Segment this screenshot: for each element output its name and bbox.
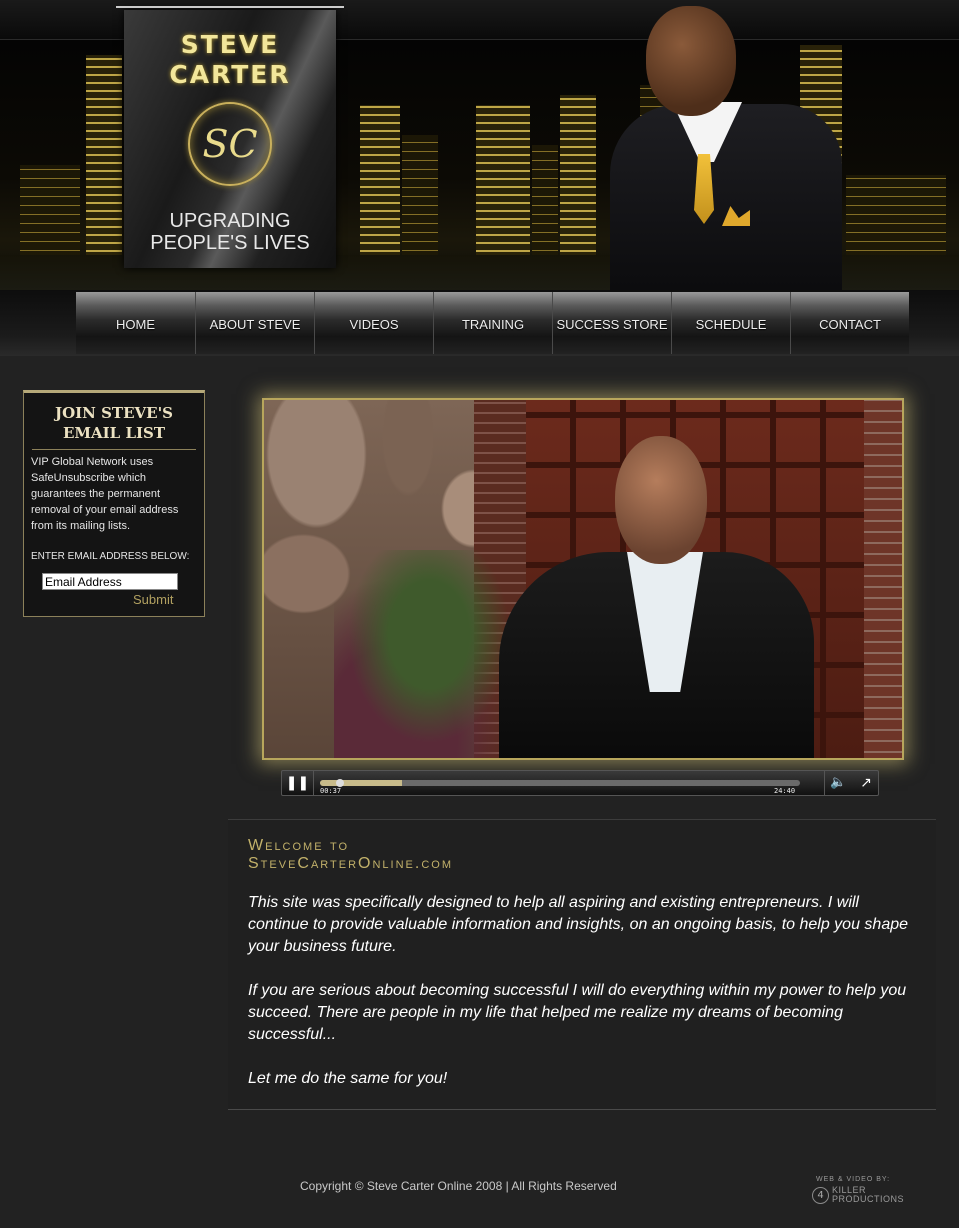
welcome-title: Welcome to SteveCarterOnline.com [248,837,453,873]
credit-name: KILLER PRODUCTIONS [832,1186,904,1204]
nav-home[interactable]: HOME [76,292,195,354]
main-navigation-bar: HOME ABOUT STEVE VIDEOS TRAINING SUCCESS… [0,290,959,356]
nav-schedule-label: SCHEDULE [695,316,767,332]
nav-success-store[interactable]: SUCCESS STORE [552,292,671,354]
nav-schedule[interactable]: SCHEDULE [671,292,790,354]
nav-videos[interactable]: VIDEOS [314,292,433,354]
nav-about-steve[interactable]: ABOUT STEVE [195,292,314,354]
pause-icon[interactable]: ❚❚ [282,771,314,795]
email-submit-button[interactable]: Submit [133,592,173,607]
monogram-logo: SC [188,102,272,186]
tagline: UPGRADING PEOPLE'S LIVES [124,210,336,254]
video-total-time: 24:40 [774,787,796,795]
video-presenter [499,436,814,758]
credit-name-line-2: PRODUCTIONS [832,1194,905,1204]
nav-success-store-label: SUCCESS STORE [556,316,668,332]
email-input-label: ENTER EMAIL ADDRESS BELOW: [31,551,190,562]
video-current-time: 00:37 [320,787,342,795]
welcome-body: This site was specifically designed to h… [248,892,923,1112]
site-title: STEVE CARTER [169,30,291,89]
nav-training[interactable]: TRAINING [433,292,552,354]
video-player-screen[interactable] [262,398,904,760]
email-signup-description: VIP Global Network uses SafeUnsubscribe … [31,456,179,532]
welcome-paragraph: Let me do the same for you! [248,1070,448,1087]
killer-productions-badge-icon: 4 [812,1186,829,1204]
copyright-text: Copyright © Steve Carter Online 2008 | A… [300,1179,617,1193]
tagline-line-2: PEOPLE'S LIVES [150,232,310,254]
email-signup-box: JOIN STEVE'S EMAIL LIST VIP Global Netwo… [23,390,205,617]
nav-home-label: HOME [116,316,155,332]
logo-panel[interactable]: STEVE CARTER SC UPGRADING PEOPLE'S LIVES [116,6,344,268]
killer-productions-logo: 4 KILLER PRODUCTIONS [812,1186,922,1204]
video-progress-handle[interactable] [336,779,344,787]
welcome-paragraph: This site was specifically designed to h… [248,894,909,955]
email-signup-heading: JOIN STEVE'S EMAIL LIST [54,404,174,442]
tagline-line-1: UPGRADING [169,210,291,232]
credit-label: WEB & VIDEO BY: [816,1176,891,1183]
email-address-input[interactable] [42,573,178,590]
production-credit[interactable]: WEB & VIDEO BY: 4 KILLER PRODUCTIONS [812,1176,922,1204]
volume-icon[interactable]: 🔈 [824,771,852,795]
welcome-section: Welcome to SteveCarterOnline.com This si… [228,819,936,1110]
nav-training-label: TRAINING [461,316,525,332]
welcome-title-line-2: SteveCarterOnline.com [248,855,453,872]
welcome-title-line-1: Welcome to [248,837,350,854]
nav-videos-label: VIDEOS [349,316,399,332]
banner-rod [116,6,344,8]
email-heading-divider [32,449,196,450]
nav-contact-label: CONTACT [819,316,881,332]
monogram-text: SC [202,122,258,166]
welcome-paragraph: If you are serious about becoming succes… [248,982,907,1043]
fullscreen-icon[interactable]: ↗ [853,771,879,795]
site-header: STEVE CARTER SC UPGRADING PEOPLE'S LIVES [0,0,959,290]
video-progress-bar[interactable] [320,780,800,786]
video-controls: ❚❚ 00:37 24:40 🔈 ↗ [281,770,879,796]
steve-carter-portrait [594,6,844,290]
nav-about-steve-label: ABOUT STEVE [209,316,301,332]
video-progress-fill [320,780,402,786]
main-nav: HOME ABOUT STEVE VIDEOS TRAINING SUCCESS… [76,292,909,354]
nav-contact[interactable]: CONTACT [790,292,909,354]
